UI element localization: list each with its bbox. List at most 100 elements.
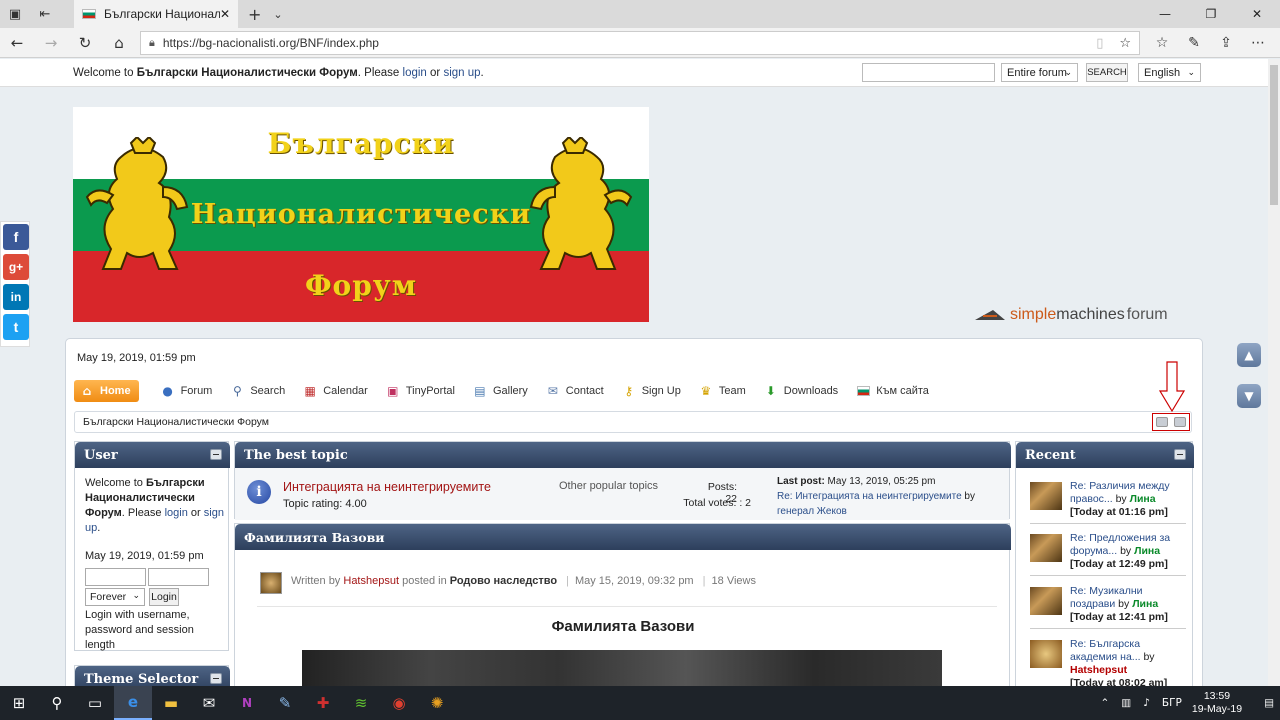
close-tab-icon[interactable]: ✕ bbox=[220, 7, 230, 21]
tab-preview-chevron-icon[interactable]: ⌄ bbox=[273, 8, 282, 21]
page-scrollbar[interactable] bbox=[1268, 59, 1280, 686]
search-button[interactable]: SEARCH bbox=[1086, 63, 1128, 82]
new-tab-icon[interactable]: + bbox=[248, 5, 261, 24]
recent-thumbnail[interactable] bbox=[1030, 640, 1062, 668]
maximize-icon[interactable]: ❐ bbox=[1188, 0, 1234, 28]
minimize-panel-icon[interactable] bbox=[1174, 449, 1186, 460]
home-icon[interactable]: ⌂ bbox=[102, 28, 136, 58]
menu-forum[interactable]: ● Forum bbox=[161, 384, 212, 398]
back-icon[interactable]: ← bbox=[0, 28, 34, 58]
top-signup-link[interactable]: sign up bbox=[443, 67, 480, 79]
chrome-icon[interactable]: ◉ bbox=[380, 686, 418, 720]
menu-downloads[interactable]: ⬇ Downloads bbox=[764, 384, 838, 398]
app-stack-icon[interactable]: ≋ bbox=[342, 686, 380, 720]
network-icon[interactable]: ▥ bbox=[1121, 697, 1131, 709]
edge-icon[interactable]: e bbox=[114, 686, 152, 720]
facebook-icon[interactable]: f bbox=[3, 224, 29, 250]
menu-signup[interactable]: ⚷ Sign Up bbox=[622, 384, 681, 398]
url-field[interactable]: 🔒︎ https://bg-nacionalisti.org/BNF/index… bbox=[140, 31, 1140, 55]
recent-author-link[interactable]: Лина bbox=[1134, 545, 1160, 557]
clock-date: 19-May-19 bbox=[1191, 703, 1243, 715]
language-select[interactable]: English ⌄ bbox=[1138, 63, 1201, 82]
recent-thumbnail[interactable] bbox=[1030, 587, 1062, 615]
minimize-icon[interactable]: — bbox=[1142, 0, 1188, 28]
recent-author-link[interactable]: Hatshepsut bbox=[1070, 664, 1127, 676]
scroll-up-button[interactable]: ▲ bbox=[1237, 343, 1261, 367]
task-view-icon[interactable]: ▭ bbox=[76, 686, 114, 720]
favorite-star-icon[interactable]: ☆ bbox=[1119, 36, 1131, 51]
tab-actions-icon[interactable]: ▣ bbox=[0, 0, 30, 28]
menu-calendar[interactable]: ▦ Calendar bbox=[303, 384, 368, 398]
user-login-link[interactable]: login bbox=[165, 507, 188, 519]
chevron-down-icon: ⌄ bbox=[1187, 67, 1195, 78]
session-length-select[interactable]: Forever ⌄ bbox=[85, 588, 145, 606]
volume-icon[interactable]: ♪ bbox=[1143, 697, 1150, 709]
bg-flag-icon bbox=[82, 9, 96, 19]
app-sun-icon[interactable]: ✺ bbox=[418, 686, 456, 720]
menu-home-label: Home bbox=[100, 385, 131, 397]
menu-gallery[interactable]: ▤ Gallery bbox=[473, 384, 528, 398]
menu-team[interactable]: ♛ Team bbox=[699, 384, 745, 398]
minimize-panel-icon[interactable] bbox=[210, 449, 222, 460]
menu-tinyportal[interactable]: ▣ TinyPortal bbox=[386, 384, 455, 398]
reading-view-icon[interactable]: ▯ bbox=[1096, 36, 1103, 51]
forward-icon[interactable]: → bbox=[34, 28, 68, 58]
notepad-icon[interactable]: ✎ bbox=[266, 686, 304, 720]
scrollbar-thumb[interactable] bbox=[1270, 65, 1278, 205]
chevron-up-icon[interactable]: ⌃ bbox=[1100, 697, 1109, 709]
last-post-author-link[interactable]: генерал Жеков bbox=[777, 506, 847, 517]
best-topic-link[interactable]: Интеграцията на неинтегрируемите bbox=[283, 480, 491, 494]
user-period: . bbox=[97, 522, 101, 534]
other-popular-topics-link[interactable]: Other popular topics bbox=[559, 480, 658, 492]
search-scope-select[interactable]: Entire forum ⌄ bbox=[1001, 63, 1078, 82]
recent-author-link[interactable]: Лина bbox=[1130, 493, 1156, 505]
file-explorer-icon[interactable]: ▬ bbox=[152, 686, 190, 720]
user-panel-header: User bbox=[75, 442, 230, 468]
refresh-icon[interactable]: ↻ bbox=[68, 28, 102, 58]
search-icon[interactable]: ⚲ bbox=[38, 686, 76, 720]
collapse-right-icon[interactable] bbox=[1174, 417, 1186, 427]
favorites-icon[interactable]: ☆ bbox=[1146, 35, 1178, 51]
meta-board-link[interactable]: Родово наследство bbox=[450, 575, 557, 587]
meta-author-link[interactable]: Hatshepsut bbox=[343, 575, 399, 587]
twitter-icon[interactable]: t bbox=[3, 314, 29, 340]
top-login-link[interactable]: login bbox=[403, 67, 427, 79]
onenote-icon[interactable]: N bbox=[228, 686, 266, 720]
recent-thumbnail[interactable] bbox=[1030, 482, 1062, 510]
collapse-left-icon[interactable] bbox=[1156, 417, 1168, 427]
input-language[interactable]: БГР bbox=[1162, 697, 1182, 709]
share-icon[interactable]: ⇪ bbox=[1210, 35, 1242, 51]
close-window-icon[interactable]: ✕ bbox=[1234, 0, 1280, 28]
banner-line-2: Националистически bbox=[190, 199, 532, 230]
menu-search[interactable]: ⚲ Search bbox=[230, 384, 285, 398]
minimize-panel-icon[interactable] bbox=[210, 673, 222, 684]
windows-taskbar: ⊞ ⚲ ▭ e ▬ ✉ N ✎ ✚ ≋ ◉ ✺ ⌃ ▥ ♪ БГР 13:59 … bbox=[0, 686, 1280, 720]
uk-flag-icon[interactable]: ✚ bbox=[304, 686, 342, 720]
recent-thumbnail[interactable] bbox=[1030, 534, 1062, 562]
recent-subject-link[interactable]: Re: Българска академия на... bbox=[1070, 638, 1141, 663]
clock[interactable]: 13:59 19-May-19 bbox=[1192, 690, 1242, 716]
bg-flag-icon bbox=[856, 384, 870, 398]
menu-home[interactable]: ⌂ Home bbox=[74, 380, 139, 402]
pen-icon[interactable]: ✎ bbox=[1178, 35, 1210, 51]
linkedin-icon[interactable]: in bbox=[3, 284, 29, 310]
login-button[interactable]: Login bbox=[149, 588, 179, 606]
password-input[interactable] bbox=[148, 568, 209, 586]
menu-contact[interactable]: ✉ Contact bbox=[546, 384, 604, 398]
menu-to-site[interactable]: Към сайта bbox=[856, 384, 929, 398]
author-avatar[interactable] bbox=[260, 572, 282, 594]
search-input[interactable] bbox=[862, 63, 995, 82]
breadcrumb-link[interactable]: Български Националистически Форум bbox=[83, 416, 269, 428]
windows-start-icon[interactable]: ⊞ bbox=[0, 686, 38, 720]
scroll-down-button[interactable]: ▼ bbox=[1237, 384, 1261, 408]
mail-icon[interactable]: ✉ bbox=[190, 686, 228, 720]
browser-tab[interactable]: Български Националис ✕ bbox=[74, 0, 238, 28]
last-post-subject-link[interactable]: Re: Интеграцията на неинтегрируемите bbox=[777, 491, 962, 502]
notifications-icon[interactable]: ▤ bbox=[1264, 697, 1274, 709]
recent-author-link[interactable]: Лина bbox=[1132, 598, 1158, 610]
username-input[interactable] bbox=[85, 568, 146, 586]
more-icon[interactable]: ⋯ bbox=[1242, 35, 1274, 51]
set-aside-tabs-icon[interactable]: ⇤ bbox=[30, 0, 60, 28]
smf-logo[interactable]: simple machines forum bbox=[975, 306, 1168, 324]
google-plus-icon[interactable]: g+ bbox=[3, 254, 29, 280]
